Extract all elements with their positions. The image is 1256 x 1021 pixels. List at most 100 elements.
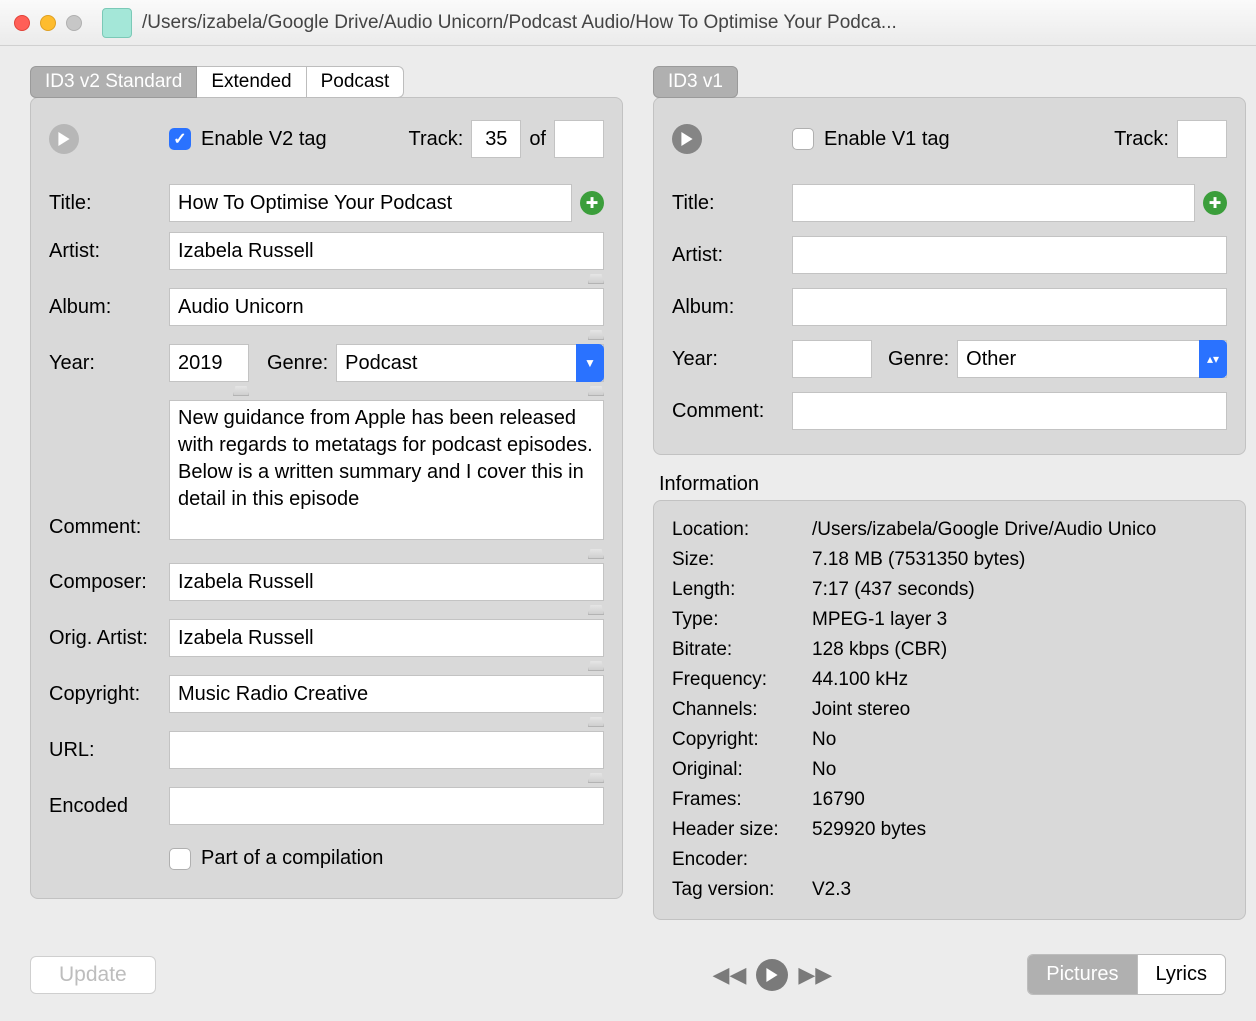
enable-v2-label: Enable V2 tag <box>201 128 327 151</box>
info-section: Information Location:/Users/izabela/Goog… <box>653 473 1246 920</box>
info-value: 529920 bytes <box>812 819 1227 841</box>
lyrics-button[interactable]: Lyrics <box>1137 955 1225 994</box>
info-row: Header size:529920 bytes <box>672 815 1227 845</box>
title-label: Title: <box>49 192 169 215</box>
info-label: Frames: <box>672 789 812 811</box>
compilation-checkbox[interactable] <box>169 848 191 870</box>
drag-handle-icon[interactable] <box>588 773 604 783</box>
composer-input[interactable] <box>169 563 604 601</box>
track-total-input[interactable] <box>554 120 604 158</box>
track-number-input[interactable] <box>471 120 521 158</box>
maximize-icon[interactable] <box>66 15 82 31</box>
v1-comment-input[interactable] <box>792 392 1227 430</box>
id3v1-column: ID3 v1 Enable V1 tag Track: Title: <box>653 66 1246 938</box>
v1-year-input[interactable] <box>792 340 872 378</box>
minimize-icon[interactable] <box>40 15 56 31</box>
drag-handle-icon[interactable] <box>588 549 604 559</box>
info-row: Bitrate:128 kbps (CBR) <box>672 635 1227 665</box>
info-label: Frequency: <box>672 669 812 691</box>
info-row: Type:MPEG-1 layer 3 <box>672 605 1227 635</box>
bottom-bar: Update ◀◀ ▶▶ Pictures Lyrics <box>0 948 1256 1015</box>
encoded-input[interactable] <box>169 787 604 825</box>
info-row: Size:7.18 MB (7531350 bytes) <box>672 545 1227 575</box>
id3v2-column: ID3 v2 Standard Extended Podcast Enable … <box>30 66 623 938</box>
drag-handle-icon[interactable] <box>588 330 604 340</box>
artist-label: Artist: <box>49 240 169 263</box>
drag-handle-icon[interactable] <box>588 274 604 284</box>
tab-id3v2-extended[interactable]: Extended <box>197 66 306 98</box>
drag-handle-icon[interactable] <box>588 717 604 727</box>
copyright-input[interactable] <box>169 675 604 713</box>
drag-handle-icon[interactable] <box>588 386 604 396</box>
tab-id3v1[interactable]: ID3 v1 <box>653 66 738 98</box>
album-input[interactable] <box>169 288 604 326</box>
v1-panel: Enable V1 tag Track: Title: Artist: Albu… <box>653 97 1246 455</box>
genre-label: Genre: <box>267 352 328 375</box>
info-value: No <box>812 729 1227 751</box>
v1-comment-label: Comment: <box>672 400 792 423</box>
title-input[interactable] <box>169 184 572 222</box>
v1-artist-input[interactable] <box>792 236 1227 274</box>
url-label: URL: <box>49 739 169 762</box>
comment-textarea[interactable]: New guidance from Apple has been release… <box>169 400 604 540</box>
info-row: Frequency:44.100 kHz <box>672 665 1227 695</box>
enable-v1-checkbox[interactable] <box>792 128 814 150</box>
info-label: Bitrate: <box>672 639 812 661</box>
compilation-label: Part of a compilation <box>201 847 383 870</box>
info-label: Copyright: <box>672 729 812 751</box>
artist-input[interactable] <box>169 232 604 270</box>
orig-artist-input[interactable] <box>169 619 604 657</box>
play-button[interactable] <box>756 959 788 991</box>
info-value: 16790 <box>812 789 1227 811</box>
v1-track-label: Track: <box>1114 128 1169 151</box>
info-value <box>812 849 1227 871</box>
info-label: Encoder: <box>672 849 812 871</box>
tab-id3v2-podcast[interactable]: Podcast <box>307 66 405 98</box>
transport-controls: ◀◀ ▶▶ <box>713 959 833 991</box>
info-value: V2.3 <box>812 879 1227 901</box>
info-label: Header size: <box>672 819 812 841</box>
genre-select[interactable]: Podcast <box>336 344 604 382</box>
drag-handle-icon[interactable] <box>233 386 249 396</box>
play-icon[interactable] <box>672 124 702 154</box>
update-button[interactable]: Update <box>30 956 156 994</box>
info-value: 7.18 MB (7531350 bytes) <box>812 549 1227 571</box>
year-label: Year: <box>49 352 169 375</box>
v1-add-title-button[interactable] <box>1203 191 1227 215</box>
info-row: Original:No <box>672 755 1227 785</box>
pictures-button[interactable]: Pictures <box>1028 955 1136 994</box>
info-row: Channels:Joint stereo <box>672 695 1227 725</box>
info-label: Type: <box>672 609 812 631</box>
add-title-button[interactable] <box>580 191 604 215</box>
info-row: Encoder: <box>672 845 1227 875</box>
tab-id3v2-standard[interactable]: ID3 v2 Standard <box>30 66 197 98</box>
track-of-label: of <box>529 128 546 151</box>
info-row: Tag version:V2.3 <box>672 875 1227 905</box>
v1-track-input[interactable] <box>1177 120 1227 158</box>
close-icon[interactable] <box>14 15 30 31</box>
info-value: Joint stereo <box>812 699 1227 721</box>
info-label: Original: <box>672 759 812 781</box>
info-header: Information <box>659 473 1246 496</box>
play-icon[interactable] <box>49 124 79 154</box>
v1-genre-label: Genre: <box>888 348 949 371</box>
v1-title-input[interactable] <box>792 184 1195 222</box>
enable-v2-checkbox[interactable] <box>169 128 191 150</box>
v2-panel: Enable V2 tag Track: of Title: Artist: A… <box>30 97 623 899</box>
v1-genre-select[interactable]: Other <box>957 340 1227 378</box>
v1-year-label: Year: <box>672 348 792 371</box>
rewind-icon[interactable]: ◀◀ <box>713 962 747 988</box>
info-label: Length: <box>672 579 812 601</box>
info-value: No <box>812 759 1227 781</box>
info-value: 44.100 kHz <box>812 669 1227 691</box>
forward-icon[interactable]: ▶▶ <box>798 962 832 988</box>
url-input[interactable] <box>169 731 604 769</box>
drag-handle-icon[interactable] <box>588 605 604 615</box>
info-label: Location: <box>672 519 812 541</box>
drag-handle-icon[interactable] <box>588 661 604 671</box>
info-panel: Location:/Users/izabela/Google Drive/Aud… <box>653 500 1246 920</box>
v1-album-input[interactable] <box>792 288 1227 326</box>
v1-album-label: Album: <box>672 296 792 319</box>
year-input[interactable] <box>169 344 249 382</box>
composer-label: Composer: <box>49 571 169 594</box>
